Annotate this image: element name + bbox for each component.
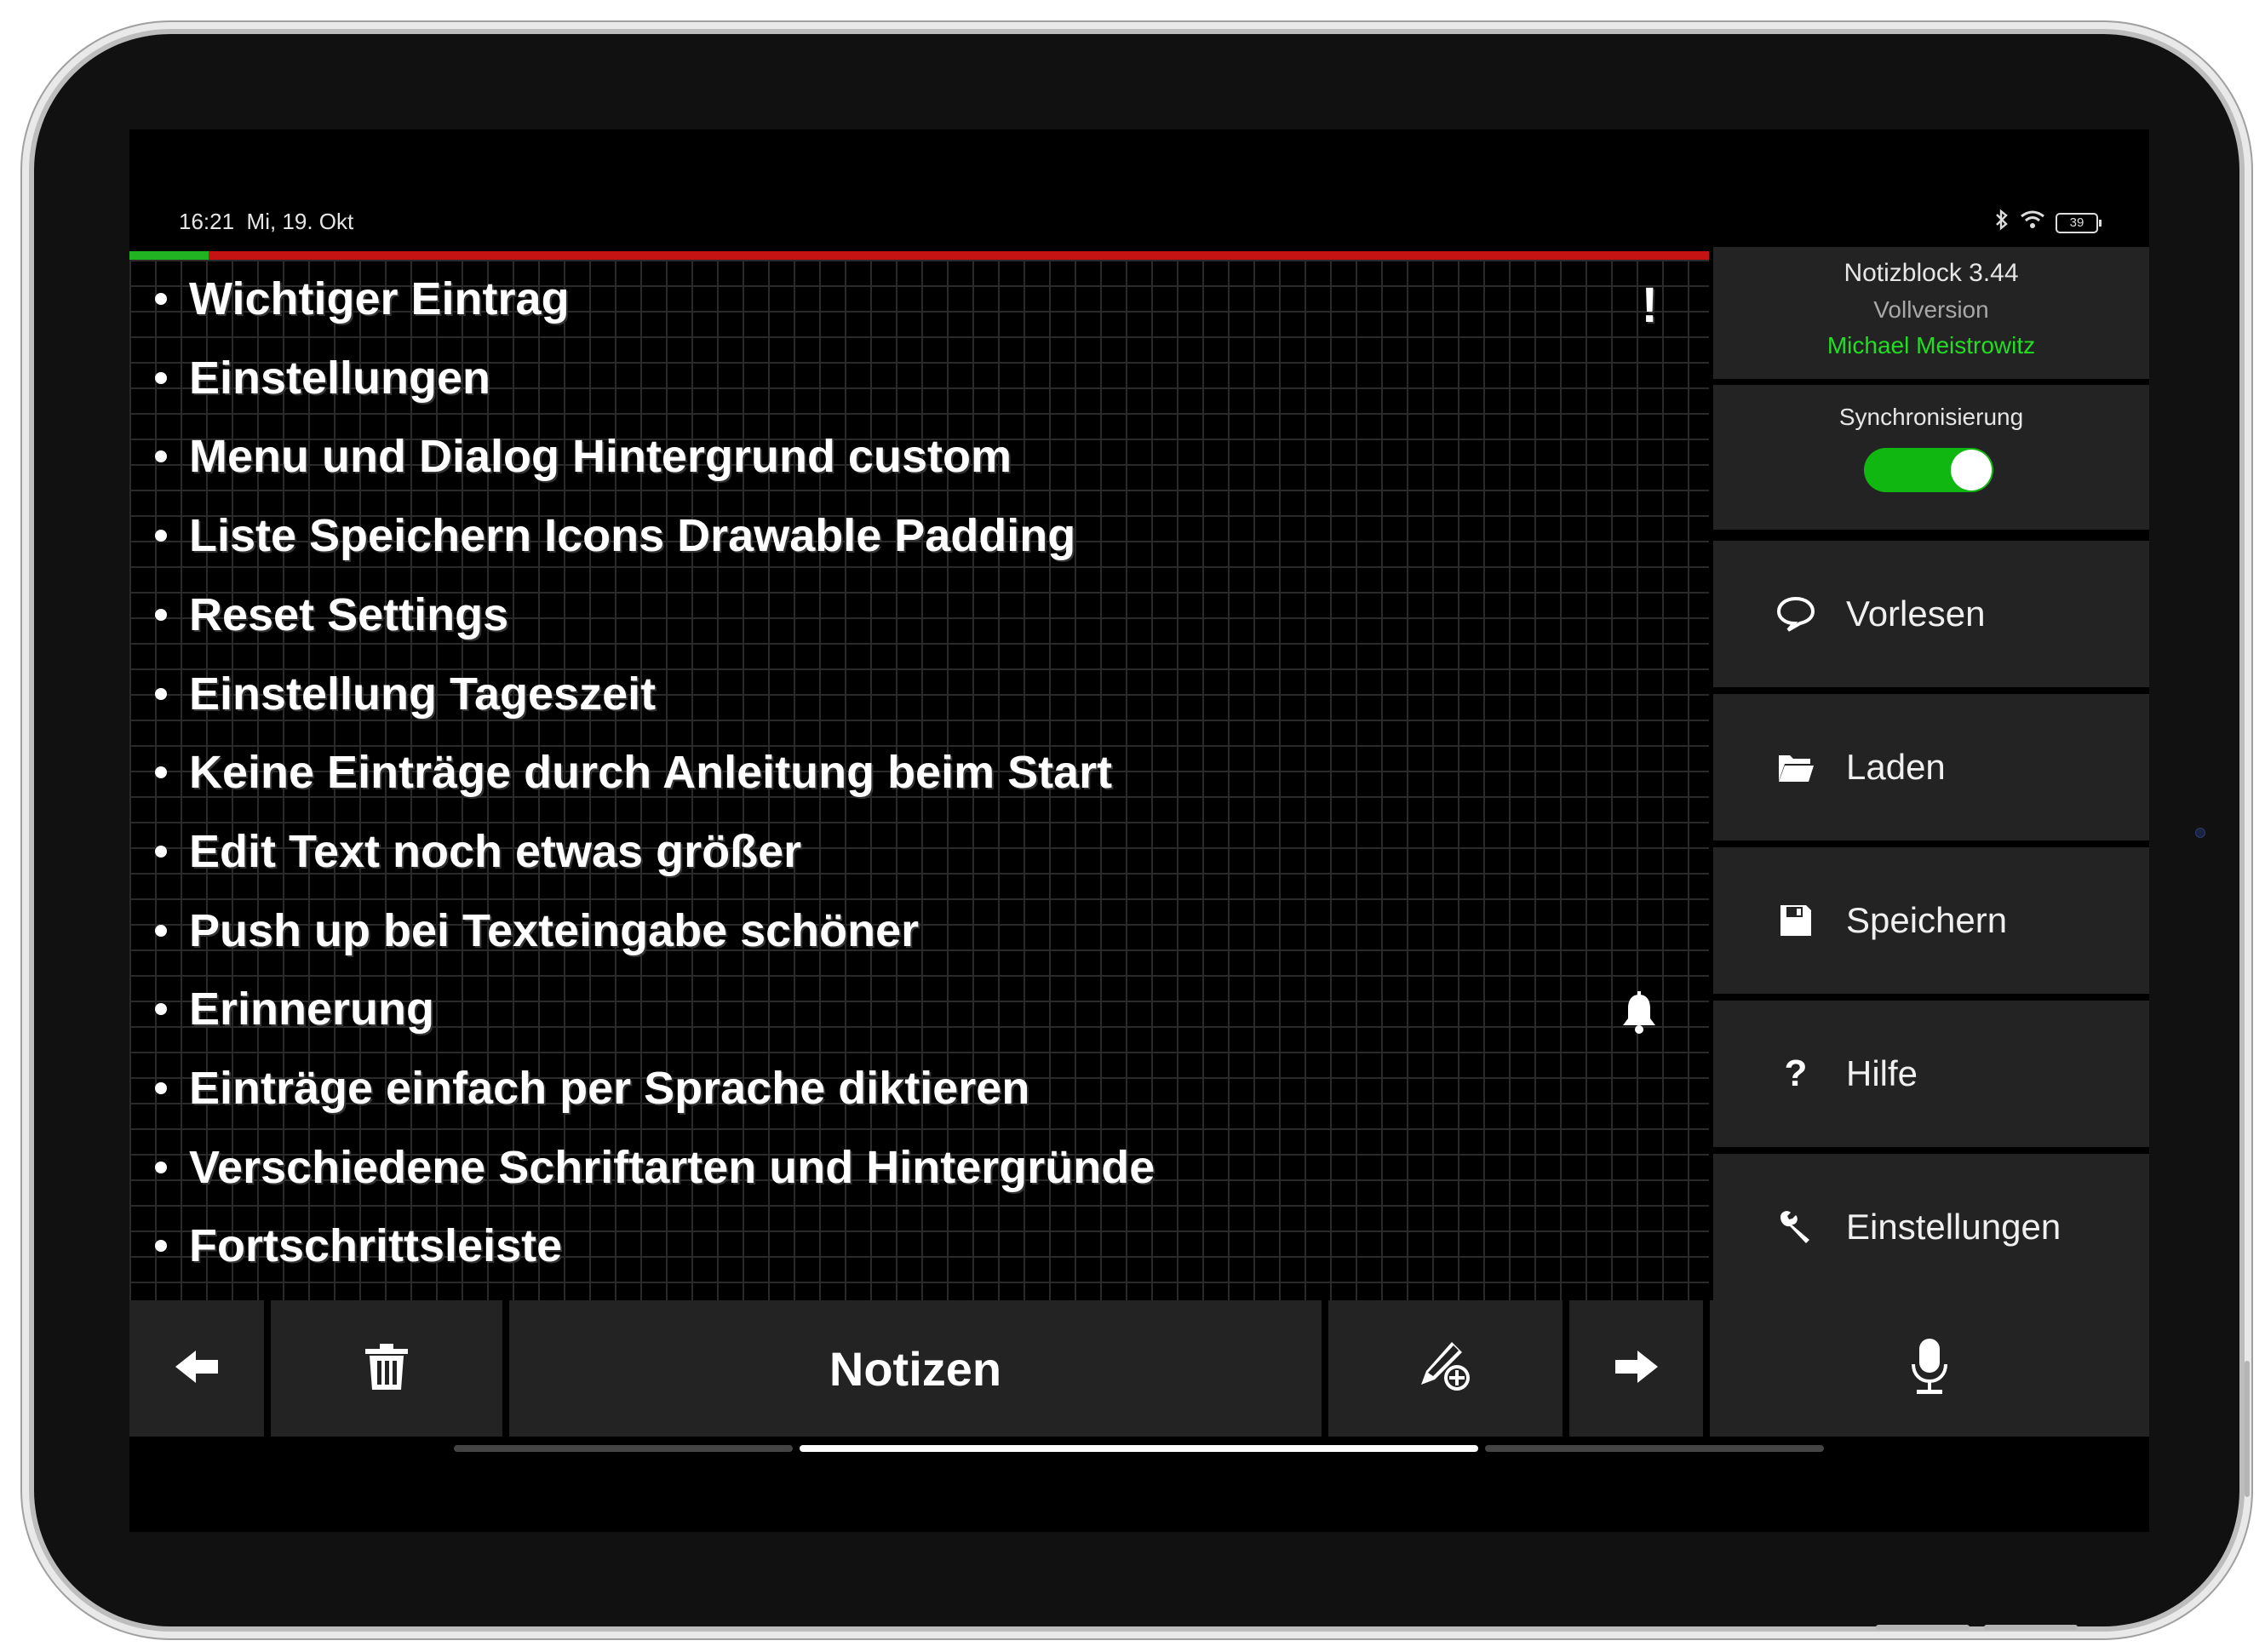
entry-text: Erinnerung xyxy=(189,984,435,1035)
entry-text: Reset Settings xyxy=(189,588,509,640)
next-list-button[interactable] xyxy=(1569,1300,1703,1437)
bullet xyxy=(155,1161,167,1173)
sync-panel: Synchronisierung xyxy=(1713,385,2149,530)
toggle-knob xyxy=(1951,450,1992,490)
list-item[interactable]: Einstellung Tageszeit xyxy=(155,655,1683,733)
list-title: Notizen xyxy=(829,1341,1002,1396)
date-text: Mi, 19. Okt xyxy=(246,209,354,234)
volume-button xyxy=(2245,1361,2250,1497)
bell-icon xyxy=(1620,989,1658,1046)
sync-label: Synchronisierung xyxy=(1838,404,2024,430)
bullet xyxy=(155,924,167,937)
status-time: 16:21 Mi, 19. Okt xyxy=(179,209,353,235)
menu-item-hilfe[interactable]: ? Hilfe xyxy=(1713,1001,2149,1147)
page-indicator-right xyxy=(1485,1445,1824,1452)
bullet xyxy=(155,845,167,858)
list-title-button[interactable]: Notizen xyxy=(509,1300,1322,1437)
trash-icon xyxy=(364,1342,410,1396)
entry-text: Menu und Dialog Hintergrund custom xyxy=(189,431,1012,483)
wifi-icon xyxy=(2020,209,2045,236)
list-item[interactable]: Keine Einträge durch Anleitung beim Star… xyxy=(155,733,1683,812)
question-icon: ? xyxy=(1784,1053,1808,1094)
list-item[interactable]: Einstellungen xyxy=(155,339,1683,417)
menu-item-speichern[interactable]: Speichern xyxy=(1713,847,2149,994)
status-bar: 16:21 Mi, 19. Okt 39 xyxy=(129,209,2149,243)
bullet xyxy=(155,371,167,384)
menu-label: Einstellungen xyxy=(1846,1207,2061,1247)
list-item[interactable]: Edit Text noch etwas größer xyxy=(155,812,1683,891)
menu-label: Speichern xyxy=(1846,900,2008,940)
floppy-disk-icon xyxy=(1775,899,1817,942)
microphone-icon xyxy=(1910,1337,1949,1401)
bullet xyxy=(155,530,167,542)
entry-text: Verschiedene Schriftarten und Hintergrün… xyxy=(189,1141,1155,1193)
progress-fill xyxy=(129,251,209,260)
entry-text: Keine Einträge durch Anleitung beim Star… xyxy=(189,747,1113,799)
note-list[interactable]: Wichtiger Eintrag! Einstellungen Menu und … xyxy=(129,260,1709,1300)
important-marker-icon: ! xyxy=(1641,278,1658,333)
screen: 16:21 Mi, 19. Okt 39 Wichtiger Eintrag! E… xyxy=(129,129,2149,1532)
list-item[interactable]: Menu und Dialog Hintergrund custom xyxy=(155,417,1683,496)
entry-text: Einträge einfach per Sprache diktieren xyxy=(189,1063,1030,1114)
bullet xyxy=(155,450,167,463)
bluetooth-icon xyxy=(1994,209,2010,237)
list-item[interactable]: Verschiedene Schriftarten und Hintergrün… xyxy=(155,1128,1683,1207)
list-item[interactable]: Einträge einfach per Sprache diktieren xyxy=(155,1049,1683,1127)
author-name: Michael Meistrowitz xyxy=(1826,332,2036,359)
entry-text: Wichtiger Eintrag xyxy=(189,273,570,324)
side-menu: Notizblock 3.44 Vollversion Michael Meis… xyxy=(1713,247,2149,1300)
bullet xyxy=(155,687,167,700)
progress-bar xyxy=(129,251,1709,260)
bullet xyxy=(155,766,167,779)
folder-open-icon xyxy=(1775,746,1817,789)
list-item[interactable]: Push up bei Texteingabe schöner xyxy=(155,892,1683,970)
edition-label: Vollversion xyxy=(1873,296,1989,323)
list-item[interactable]: Fortschrittsleiste xyxy=(155,1207,1683,1285)
page-indicator-current xyxy=(800,1445,1478,1452)
arrow-left-icon xyxy=(172,1347,221,1391)
menu-item-einstellungen[interactable]: Einstellungen xyxy=(1713,1154,2149,1300)
delete-button[interactable] xyxy=(271,1300,502,1437)
bullet xyxy=(155,293,167,305)
entry-text: Einstellungen xyxy=(189,352,491,404)
speech-bubble-icon xyxy=(1775,593,1817,635)
bullet xyxy=(155,1082,167,1094)
arrow-right-icon xyxy=(1612,1347,1661,1391)
list-item[interactable]: Wichtiger Eintrag! xyxy=(155,260,1683,338)
bullet xyxy=(155,608,167,621)
app-name: Notizblock 3.44 xyxy=(1844,259,2019,287)
about-panel: Notizblock 3.44 Vollversion Michael Meis… xyxy=(1713,247,2149,379)
entry-text: Edit Text noch etwas größer xyxy=(189,825,802,877)
page-indicator-left xyxy=(454,1445,793,1452)
status-icons: 39 xyxy=(1994,209,2102,237)
menu-item-laden[interactable]: Laden xyxy=(1713,694,2149,840)
bullet xyxy=(155,1240,167,1253)
hardware-button xyxy=(1876,1625,1970,1630)
list-item[interactable]: Liste Speichern Icons Drawable Padding xyxy=(155,496,1683,575)
list-item[interactable]: Reset Settings xyxy=(155,576,1683,654)
wrench-icon xyxy=(1775,1206,1817,1248)
battery-icon: 39 xyxy=(2056,212,2102,233)
entry-text: Push up bei Texteingabe schöner xyxy=(189,904,920,956)
entry-text: Fortschrittsleiste xyxy=(189,1220,563,1272)
camera xyxy=(2195,828,2205,838)
menu-label: Laden xyxy=(1846,747,1946,787)
dictate-button[interactable] xyxy=(1710,1300,2149,1437)
entry-text: Liste Speichern Icons Drawable Padding xyxy=(189,510,1076,562)
sync-toggle[interactable] xyxy=(1864,448,1993,492)
hardware-button xyxy=(1984,1625,2078,1630)
menu-item-vorlesen[interactable]: Vorlesen xyxy=(1713,541,2149,687)
pencil-add-icon xyxy=(1418,1339,1474,1399)
menu-label: Hilfe xyxy=(1846,1053,1918,1093)
list-item[interactable]: Erinnerung xyxy=(155,970,1683,1048)
entry-text: Einstellung Tageszeit xyxy=(189,668,657,720)
menu-label: Vorlesen xyxy=(1846,594,1986,634)
time-text: 16:21 xyxy=(179,209,235,234)
previous-list-button[interactable] xyxy=(129,1300,264,1437)
bottom-toolbar: Notizen xyxy=(129,1300,2149,1437)
add-entry-button[interactable] xyxy=(1328,1300,1563,1437)
bullet xyxy=(155,1003,167,1016)
